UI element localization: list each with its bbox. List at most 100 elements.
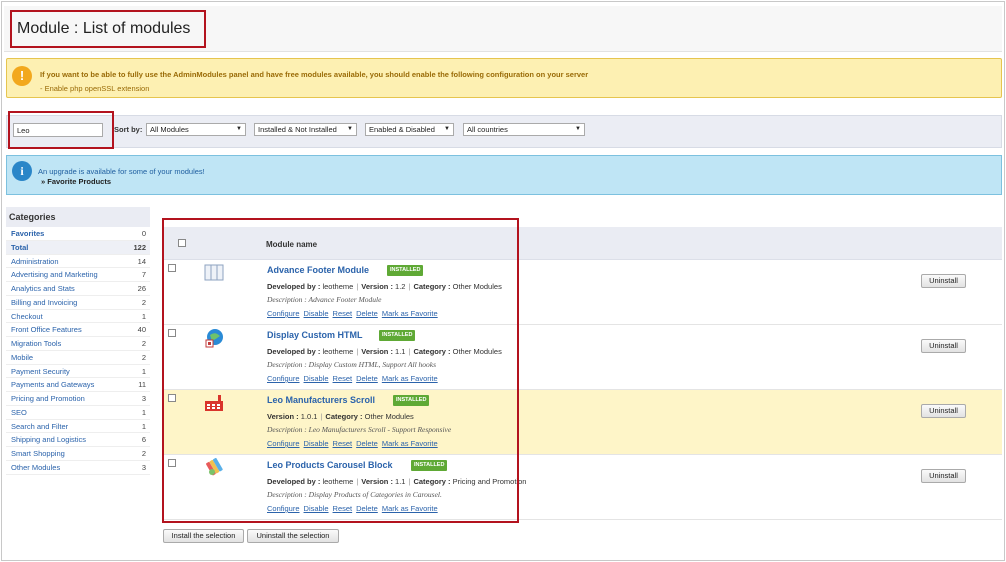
category-name: Mobile [11,352,34,362]
reset-link[interactable]: Reset [333,504,353,513]
category-item[interactable]: Advertising and Marketing 7 [6,268,150,282]
reset-link[interactable]: Reset [333,309,353,318]
module-version: 1.1 [395,477,406,486]
developed-by-label: Developed by : [267,282,321,291]
category-item[interactable]: Payment Security 1 [6,365,150,379]
category-item[interactable]: Mobile 2 [6,351,150,365]
module-name[interactable]: Display Custom HTML [267,330,363,340]
module-name[interactable]: Leo Manufacturers Scroll [267,395,375,405]
category-count: 3 [141,394,146,403]
category-item[interactable]: Billing and Invoicing 2 [6,296,150,310]
uninstall-selection-button[interactable]: Uninstall the selection [247,529,339,543]
module-type-select[interactable]: All Modules ▼ [146,123,246,136]
reset-link[interactable]: Reset [333,439,353,448]
upgrade-message: An upgrade is available for some of your… [38,167,205,176]
mark-favorite-link[interactable]: Mark as Favorite [382,504,438,513]
configure-link[interactable]: Configure [267,504,300,513]
country-select[interactable]: All countries ▼ [463,123,585,136]
category-item[interactable]: Other Modules 3 [6,461,150,475]
page-title: Module : List of modules [10,10,206,48]
page-header: Module : List of modules [4,6,1002,52]
delete-link[interactable]: Delete [356,439,378,448]
version-label: Version : [361,477,393,486]
category-name: Checkout [11,311,43,321]
configure-link[interactable]: Configure [267,374,300,383]
module-category: Other Modules [364,412,414,421]
module-actions: Configure Disable Reset Delete Mark as Favor… [267,439,442,448]
module-checkbox[interactable] [168,459,176,467]
delete-link[interactable]: Delete [356,504,378,513]
category-name: Favorites [11,229,45,238]
category-item-favorites[interactable]: Favorites 0 [6,227,150,241]
grid-icon [204,264,224,281]
category-name: Analytics and Stats [11,284,75,293]
install-status-value: Installed & Not Installed [258,125,337,134]
version-label: Version : [361,282,393,291]
install-selection-button[interactable]: Install the selection [163,529,244,543]
module-checkbox[interactable] [168,394,176,402]
disable-link[interactable]: Disable [304,439,329,448]
category-item-total[interactable]: Total 122 [6,240,150,255]
uninstall-button[interactable]: Uninstall [921,274,966,288]
mark-favorite-link[interactable]: Mark as Favorite [382,439,438,448]
upgrade-module-link[interactable]: » Favorite Products [41,177,111,186]
module-actions: Configure Disable Reset Delete Mark as Favor… [267,309,442,318]
category-count: 1 [141,311,146,321]
category-item[interactable]: Payments and Gateways 11 [6,378,150,392]
disable-link[interactable]: Disable [304,309,329,318]
html-globe-icon [205,329,223,348]
module-author: leotheme [322,347,354,356]
configure-link[interactable]: Configure [267,439,300,448]
mark-favorite-link[interactable]: Mark as Favorite [382,374,438,383]
module-description: Description : Display Custom HTML, Suppo… [267,360,437,369]
module-author: leotheme [322,477,354,486]
category-item[interactable]: Checkout 1 [6,310,150,324]
category-item[interactable]: Analytics and Stats 26 [6,282,150,296]
category-label: Category : [413,282,451,291]
category-item[interactable]: SEO 1 [6,406,150,420]
module-name[interactable]: Leo Products Carousel Block [267,460,393,470]
categories-heading: Categories [6,207,150,227]
uninstall-button[interactable]: Uninstall [921,339,966,353]
category-name: Advertising and Marketing [11,270,98,280]
select-all-checkbox[interactable] [178,239,186,247]
module-checkbox[interactable] [168,264,176,272]
delete-link[interactable]: Delete [356,309,378,318]
install-status-select[interactable]: Installed & Not Installed ▼ [254,123,357,136]
category-item[interactable]: Migration Tools 2 [6,337,150,351]
category-name: Other Modules [11,462,61,472]
delete-link[interactable]: Delete [356,374,378,383]
category-count: 3 [141,462,146,472]
chevron-down-icon: ▼ [236,126,242,132]
module-version: 1.1 [395,347,406,356]
configure-link[interactable]: Configure [267,309,300,318]
category-item[interactable]: Search and Filter 1 [6,420,150,434]
categories-sidebar: Categories Favorites 0 Total 122 Administr… [6,207,150,475]
mark-favorite-link[interactable]: Mark as Favorite [382,309,438,318]
category-label: Category : [413,347,451,356]
module-name[interactable]: Advance Footer Module [267,265,369,275]
module-author: leotheme [322,282,354,291]
category-count: 14 [137,256,146,266]
enabled-status-select[interactable]: Enabled & Disabled ▼ [365,123,454,136]
category-name: Shipping and Logistics [11,435,87,445]
version-label: Version : [361,347,393,356]
disable-link[interactable]: Disable [304,374,329,383]
category-count: 2 [141,449,146,458]
module-checkbox[interactable] [168,329,176,337]
uninstall-button[interactable]: Uninstall [921,404,966,418]
module-list-header: Module name [162,227,1002,260]
category-item[interactable]: Administration 14 [6,255,150,269]
category-count: 2 [141,297,146,307]
category-count: 26 [137,284,146,293]
reset-link[interactable]: Reset [333,374,353,383]
category-item[interactable]: Smart Shopping 2 [6,447,150,461]
category-item[interactable]: Pricing and Promotion 3 [6,392,150,406]
uninstall-button[interactable]: Uninstall [921,469,966,483]
module-search-input[interactable] [13,123,103,137]
category-item[interactable]: Front Office Features 40 [6,323,150,337]
developed-by-label: Developed by : [267,477,321,486]
disable-link[interactable]: Disable [304,504,329,513]
category-item[interactable]: Shipping and Logistics 6 [6,433,150,447]
category-name: Payment Security [11,366,70,376]
